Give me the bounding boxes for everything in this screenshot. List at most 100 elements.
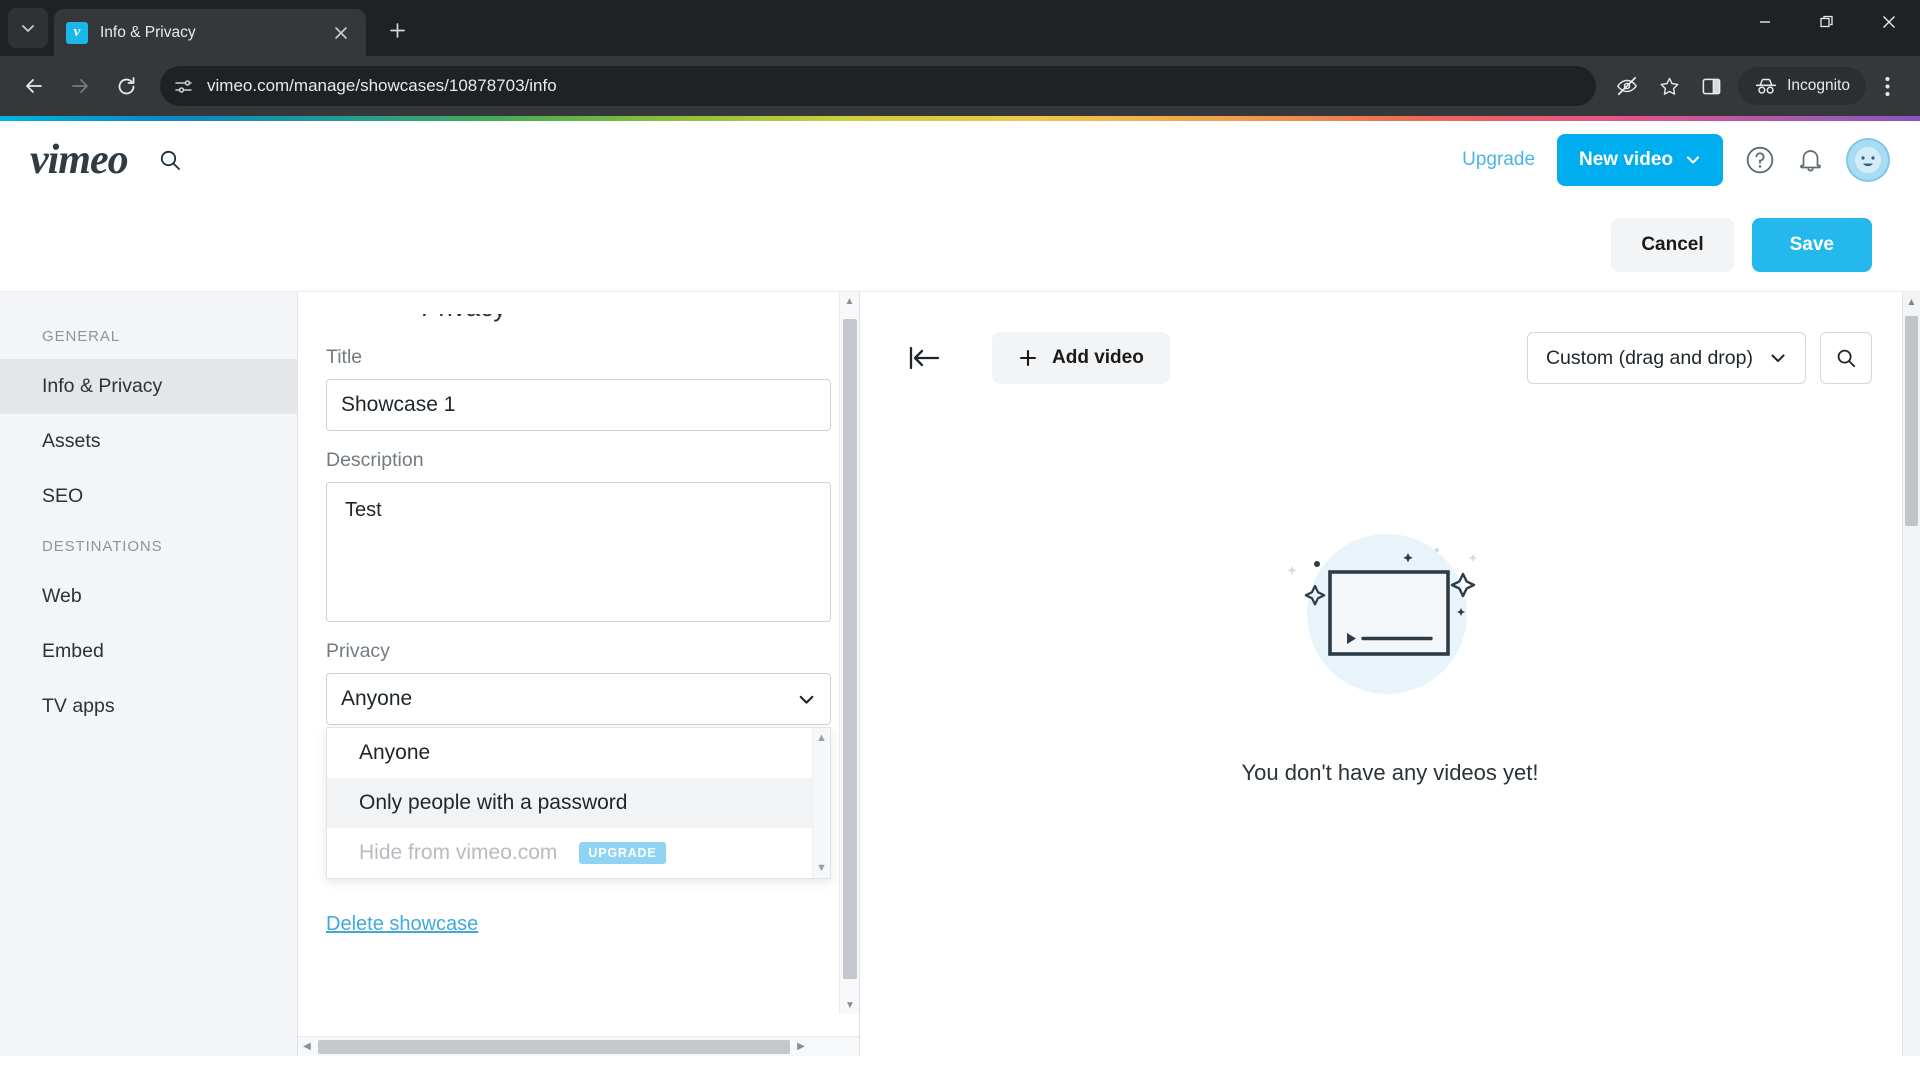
sidebar-item-seo[interactable]: SEO: [0, 469, 297, 524]
header-actions: Upgrade New video: [1462, 134, 1890, 186]
browser-toolbar: vimeo.com/manage/showcases/10878703/info…: [0, 56, 1920, 116]
scroll-up-icon[interactable]: ▲: [840, 292, 859, 310]
tab-title: Info & Privacy: [100, 23, 196, 41]
videos-toolbar: Add video Custom (drag and drop): [860, 292, 1920, 384]
scroll-left-icon[interactable]: ◀: [298, 1041, 316, 1052]
sidebar-item-tv-apps[interactable]: TV apps: [0, 679, 297, 734]
option-label: Hide from vimeo.com: [359, 841, 558, 864]
side-panel-icon[interactable]: [1690, 65, 1732, 107]
videos-toolbar-right: Custom (drag and drop): [1526, 332, 1872, 384]
user-avatar[interactable]: [1846, 138, 1890, 182]
back-button-icon[interactable]: [12, 64, 56, 108]
page-viewport: vimeo Upgrade New video Cancel Save GENE…: [0, 116, 1920, 1080]
help-icon[interactable]: [1745, 145, 1775, 175]
tab-search-button[interactable]: [8, 8, 48, 48]
option-label: Anyone: [359, 741, 431, 764]
address-bar[interactable]: vimeo.com/manage/showcases/10878703/info: [160, 66, 1597, 106]
window-controls: [1734, 0, 1920, 56]
close-window-icon[interactable]: [1858, 0, 1920, 44]
restore-window-icon[interactable]: [1796, 0, 1858, 44]
save-button[interactable]: Save: [1751, 218, 1872, 272]
videos-panel: Add video Custom (drag and drop) You don…: [860, 292, 1920, 1056]
new-video-label: New video: [1579, 149, 1673, 170]
incognito-indicator[interactable]: Incognito: [1738, 67, 1866, 105]
privacy-selected-value: Anyone: [341, 687, 413, 710]
privacy-dropdown-list: Anyone Only people with a password Hide …: [326, 727, 831, 879]
description-textarea[interactable]: Test: [326, 482, 831, 622]
vimeo-logo[interactable]: vimeo: [30, 136, 129, 184]
incognito-label: Incognito: [1787, 77, 1850, 94]
title-label: Title: [326, 346, 363, 368]
empty-videos-illustration: [1287, 534, 1477, 694]
chevron-down-icon: [1771, 354, 1785, 362]
privacy-select[interactable]: Anyone: [326, 673, 831, 725]
scrollbar-thumb[interactable]: [843, 319, 857, 979]
sidebar-heading-general: GENERAL: [42, 328, 120, 345]
new-tab-button[interactable]: [380, 13, 414, 47]
title-input[interactable]: Showcase 1: [326, 379, 831, 431]
form-vertical-scrollbar[interactable]: ▲ ▼: [839, 292, 859, 1014]
cancel-button[interactable]: Cancel: [1611, 218, 1734, 272]
header-search-icon[interactable]: [158, 148, 182, 172]
chrome-menu-icon[interactable]: [1866, 65, 1908, 107]
sidebar-item-info-privacy[interactable]: Info & Privacy: [0, 359, 297, 414]
scrollbar-thumb[interactable]: [318, 1039, 790, 1054]
plus-icon: [1019, 349, 1037, 367]
site-settings-icon[interactable]: [174, 77, 193, 96]
scrollbar-thumb[interactable]: [1905, 316, 1918, 526]
close-tab-icon[interactable]: [328, 20, 354, 46]
forward-button-icon: [58, 64, 102, 108]
minimize-window-icon[interactable]: [1734, 0, 1796, 44]
search-videos-button[interactable]: [1820, 332, 1872, 384]
url-text: vimeo.com/manage/showcases/10878703/info: [207, 76, 557, 95]
search-icon: [1837, 349, 1856, 368]
tracking-protection-off-icon[interactable]: [1606, 65, 1648, 107]
bookmark-star-icon[interactable]: [1648, 65, 1690, 107]
empty-state-message: You don't have any videos yet!: [1241, 760, 1539, 785]
incognito-icon: [1756, 78, 1777, 94]
dropdown-scrollbar[interactable]: ▲ ▼: [812, 728, 830, 878]
add-video-button[interactable]: Add video: [992, 332, 1170, 384]
tab-strip: v Info & Privacy: [0, 0, 1920, 56]
chevron-down-icon: [1686, 156, 1700, 164]
vimeo-header: vimeo Upgrade New video: [0, 121, 1920, 199]
privacy-label: Privacy: [326, 640, 390, 662]
browser-tab[interactable]: v Info & Privacy: [54, 9, 366, 56]
delete-showcase-link[interactable]: Delete showcase: [326, 913, 478, 936]
upgrade-link[interactable]: Upgrade: [1462, 149, 1535, 171]
new-video-button[interactable]: New video: [1557, 134, 1723, 186]
chevron-down-icon: [799, 695, 814, 704]
description-label: Description: [326, 449, 424, 471]
privacy-option-password[interactable]: Only people with a password: [327, 778, 830, 828]
showcase-action-bar: Cancel Save: [0, 199, 1920, 291]
vimeo-favicon-icon: v: [66, 21, 88, 44]
scroll-up-icon[interactable]: ▲: [1903, 292, 1920, 312]
main-content: GENERAL Info & Privacy Assets SEO DESTIN…: [0, 291, 1920, 1056]
settings-sidebar: GENERAL Info & Privacy Assets SEO DESTIN…: [0, 292, 297, 1056]
add-video-label: Add video: [1052, 347, 1144, 368]
notifications-bell-icon[interactable]: [1797, 146, 1824, 174]
browser-window: v Info & Privacy vimeo.com/manage/showca…: [0, 0, 1920, 1080]
scroll-down-icon[interactable]: ▼: [840, 996, 859, 1014]
showcase-form-panel: Privacy Title Showcase 1 Description Tes…: [297, 292, 860, 1056]
form-scroll-area: Privacy Title Showcase 1 Description Tes…: [298, 292, 859, 1014]
sidebar-item-web[interactable]: Web: [0, 569, 297, 624]
scroll-up-icon[interactable]: ▲: [816, 732, 827, 744]
privacy-option-hide-from-vimeo: Hide from vimeo.com UPGRADE: [327, 828, 830, 878]
sort-order-select[interactable]: Custom (drag and drop): [1526, 332, 1806, 384]
sidebar-heading-destinations: DESTINATIONS: [42, 538, 163, 555]
page-vertical-scrollbar[interactable]: ▲: [1902, 292, 1920, 1056]
option-label: Only people with a password: [359, 791, 628, 814]
privacy-option-anyone[interactable]: Anyone: [327, 728, 830, 778]
clipped-section-heading: Privacy: [326, 314, 831, 328]
sort-order-value: Custom (drag and drop): [1545, 346, 1753, 369]
reload-button-icon[interactable]: [104, 64, 148, 108]
collapse-panel-icon[interactable]: [908, 345, 942, 371]
form-horizontal-scrollbar[interactable]: ◀ ▶: [298, 1036, 859, 1056]
sidebar-item-assets[interactable]: Assets: [0, 414, 297, 469]
scroll-down-icon[interactable]: ▼: [816, 862, 827, 874]
sidebar-item-embed[interactable]: Embed: [0, 624, 297, 679]
empty-videos-state: You don't have any videos yet!: [860, 514, 1920, 786]
upgrade-badge: UPGRADE: [579, 842, 666, 864]
scroll-right-icon[interactable]: ▶: [792, 1041, 810, 1052]
